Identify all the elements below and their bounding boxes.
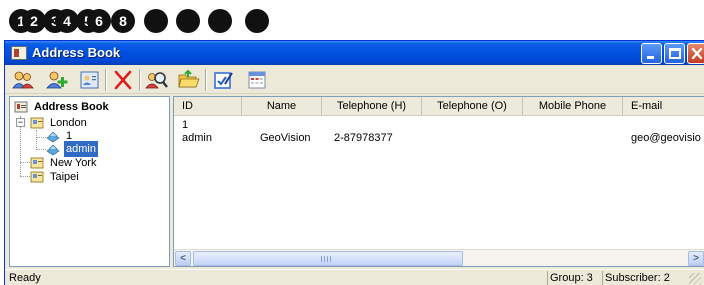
address-book-icon [11,46,27,60]
status-ready: Ready [9,272,41,284]
column-header-id[interactable]: ID [174,97,242,115]
resize-grip-icon[interactable] [689,273,701,284]
close-button[interactable] [687,43,704,64]
toolbar [5,66,704,94]
add-user-icon [46,71,68,89]
cell-telephone-h: 2-87978377 [334,132,393,144]
folder-open-icon [178,69,200,88]
camera-device-icon [46,144,60,156]
scroll-left-button[interactable]: < [175,251,191,266]
scroll-thumb[interactable] [193,251,463,266]
collapse-london-toggle[interactable]: − [16,118,25,127]
tree-line [20,176,30,177]
address-card-button[interactable] [77,69,101,91]
minimize-icon [647,56,654,59]
add-user-button[interactable] [45,69,69,91]
tree-group-taipei[interactable]: Taipei [30,169,110,185]
column-header-mobile-phone[interactable]: Mobile Phone [523,97,623,115]
cell-id: admin [182,132,212,144]
group-book-icon [30,157,44,169]
minimize-button[interactable] [641,43,662,64]
subscriber-list: ID Name Telephone (H) Telephone (O) Mobi… [173,96,704,267]
maximize-icon [669,48,681,59]
table-row[interactable]: admin GeoVision 2-87978377 geo@geovisio [174,132,704,145]
delete-button[interactable] [111,69,135,91]
status-bar: Ready Group: 3 Subscriber: 2 [5,269,704,285]
callout-blank-4 [245,9,269,33]
column-header-telephone-o[interactable]: Telephone (O) [422,97,523,115]
cell-name: GeoVision [260,132,311,144]
column-header-email[interactable]: E-mail [623,97,704,115]
horizontal-scrollbar[interactable]: < > [174,249,704,266]
window-title: Address Book [32,45,121,60]
close-icon [691,47,703,60]
group-book-icon [30,117,44,129]
group-users-icon [12,71,34,89]
toolbar-separator [139,69,141,91]
tree-line [36,130,37,150]
tree-root-label: Address Book [34,101,109,113]
toolbar-separator [105,69,107,91]
cell-email: geo@geovisio [631,132,701,144]
tree-group-label: Taipei [50,171,79,183]
title-bar[interactable]: Address Book [5,41,704,65]
column-header-telephone-h[interactable]: Telephone (H) [322,97,422,115]
table-row[interactable]: 1 [174,119,704,132]
address-book-icon [14,101,28,113]
address-card-icon [80,71,99,89]
find-user-icon [145,72,168,89]
callout-blank-1 [144,9,168,33]
scroll-grip [321,256,333,262]
delete-x-icon [114,70,132,90]
group-book-icon [30,171,44,183]
callout-blank-2 [176,9,200,33]
cell-id: 1 [182,119,189,131]
callout-8: 8 [111,9,135,33]
maximize-button[interactable] [664,43,685,64]
list-header: ID Name Telephone (H) Telephone (O) Mobi… [174,97,704,116]
column-header-name[interactable]: Name [242,97,322,115]
status-group-count: Group: 3 [547,271,602,285]
address-book-window: Address Book Address Book − London 1 adm… [4,40,704,285]
tree-line [36,149,46,150]
tree-root-address-book[interactable]: Address Book [14,99,164,115]
group-users-button[interactable] [11,69,35,91]
toolbar-separator [205,69,207,91]
calendar-window-icon [248,71,266,89]
callout-6: 6 [87,9,111,33]
edit-checklist-icon [214,72,233,89]
scroll-right-button[interactable]: > [688,251,704,266]
tree-line [20,162,30,163]
group-tree: Address Book − London 1 admin New York T… [9,96,170,267]
find-user-button[interactable] [145,69,169,91]
open-folder-button[interactable] [177,69,201,91]
tree-line [36,137,46,138]
calendar-button[interactable] [245,69,269,91]
callout-blank-3 [208,9,232,33]
status-subscriber-count: Subscriber: 2 [602,271,684,285]
edit-list-button[interactable] [211,69,235,91]
